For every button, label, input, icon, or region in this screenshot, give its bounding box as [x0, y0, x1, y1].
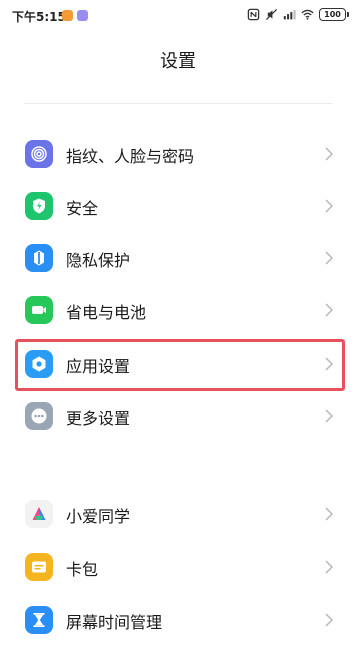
status-icons: 100	[247, 8, 349, 21]
settings-item-label: 屏幕时间管理	[66, 613, 163, 632]
settings-item-security[interactable]: 安全	[0, 181, 356, 233]
signal-icon	[283, 10, 296, 20]
chevron-right-icon	[325, 147, 334, 161]
notification-app-icon	[62, 10, 73, 21]
chevron-right-icon	[325, 199, 334, 213]
settings-item-label: 小爱同学	[66, 507, 131, 526]
battery-icon	[25, 296, 53, 324]
page-title: 设置	[160, 51, 196, 72]
settings-item-xiaoai[interactable]: 小爱同学	[0, 489, 356, 541]
chevron-right-icon	[325, 507, 334, 521]
settings-item-screen-time[interactable]: 屏幕时间管理	[0, 595, 356, 647]
mute-icon	[265, 8, 278, 21]
settings-item-label: 指纹、人脸与密码	[66, 147, 195, 166]
shield-icon	[25, 192, 53, 220]
settings-item-label: 隐私保护	[66, 251, 131, 270]
settings-item-more-settings[interactable]: 更多设置	[0, 391, 356, 443]
status-time: 下午5:15	[12, 10, 66, 24]
settings-item-battery[interactable]: 省电与电池	[0, 285, 356, 337]
divider	[24, 103, 332, 104]
settings-item-label: 安全	[66, 199, 99, 218]
settings-item-app-settings[interactable]: 应用设置	[0, 339, 356, 391]
settings-item-label: 省电与电池	[66, 303, 147, 322]
privacy-icon	[25, 244, 53, 272]
battery-indicator: 100	[319, 8, 349, 21]
wifi-icon	[301, 9, 314, 20]
settings-item-label: 更多设置	[66, 409, 131, 428]
chevron-right-icon	[325, 303, 334, 317]
settings-item-wallet[interactable]: 卡包	[0, 542, 356, 594]
status-bar: 下午5:15 100	[0, 0, 356, 32]
settings-item-fingerprint[interactable]: 指纹、人脸与密码	[0, 129, 356, 181]
settings-item-label: 应用设置	[66, 357, 131, 376]
xiaoai-icon	[25, 500, 53, 528]
chevron-right-icon	[325, 409, 334, 423]
chevron-right-icon	[325, 613, 334, 627]
chevron-right-icon	[325, 560, 334, 574]
notification-app-icon	[77, 10, 88, 21]
card-icon	[25, 553, 53, 581]
gear-icon	[25, 350, 53, 378]
fingerprint-icon	[25, 140, 53, 168]
settings-item-label: 卡包	[66, 560, 99, 579]
nfc-icon	[247, 8, 260, 21]
chevron-right-icon	[325, 251, 334, 265]
chevron-right-icon	[325, 357, 334, 371]
hourglass-icon	[25, 606, 53, 634]
more-icon	[25, 402, 53, 430]
settings-item-privacy[interactable]: 隐私保护	[0, 233, 356, 285]
